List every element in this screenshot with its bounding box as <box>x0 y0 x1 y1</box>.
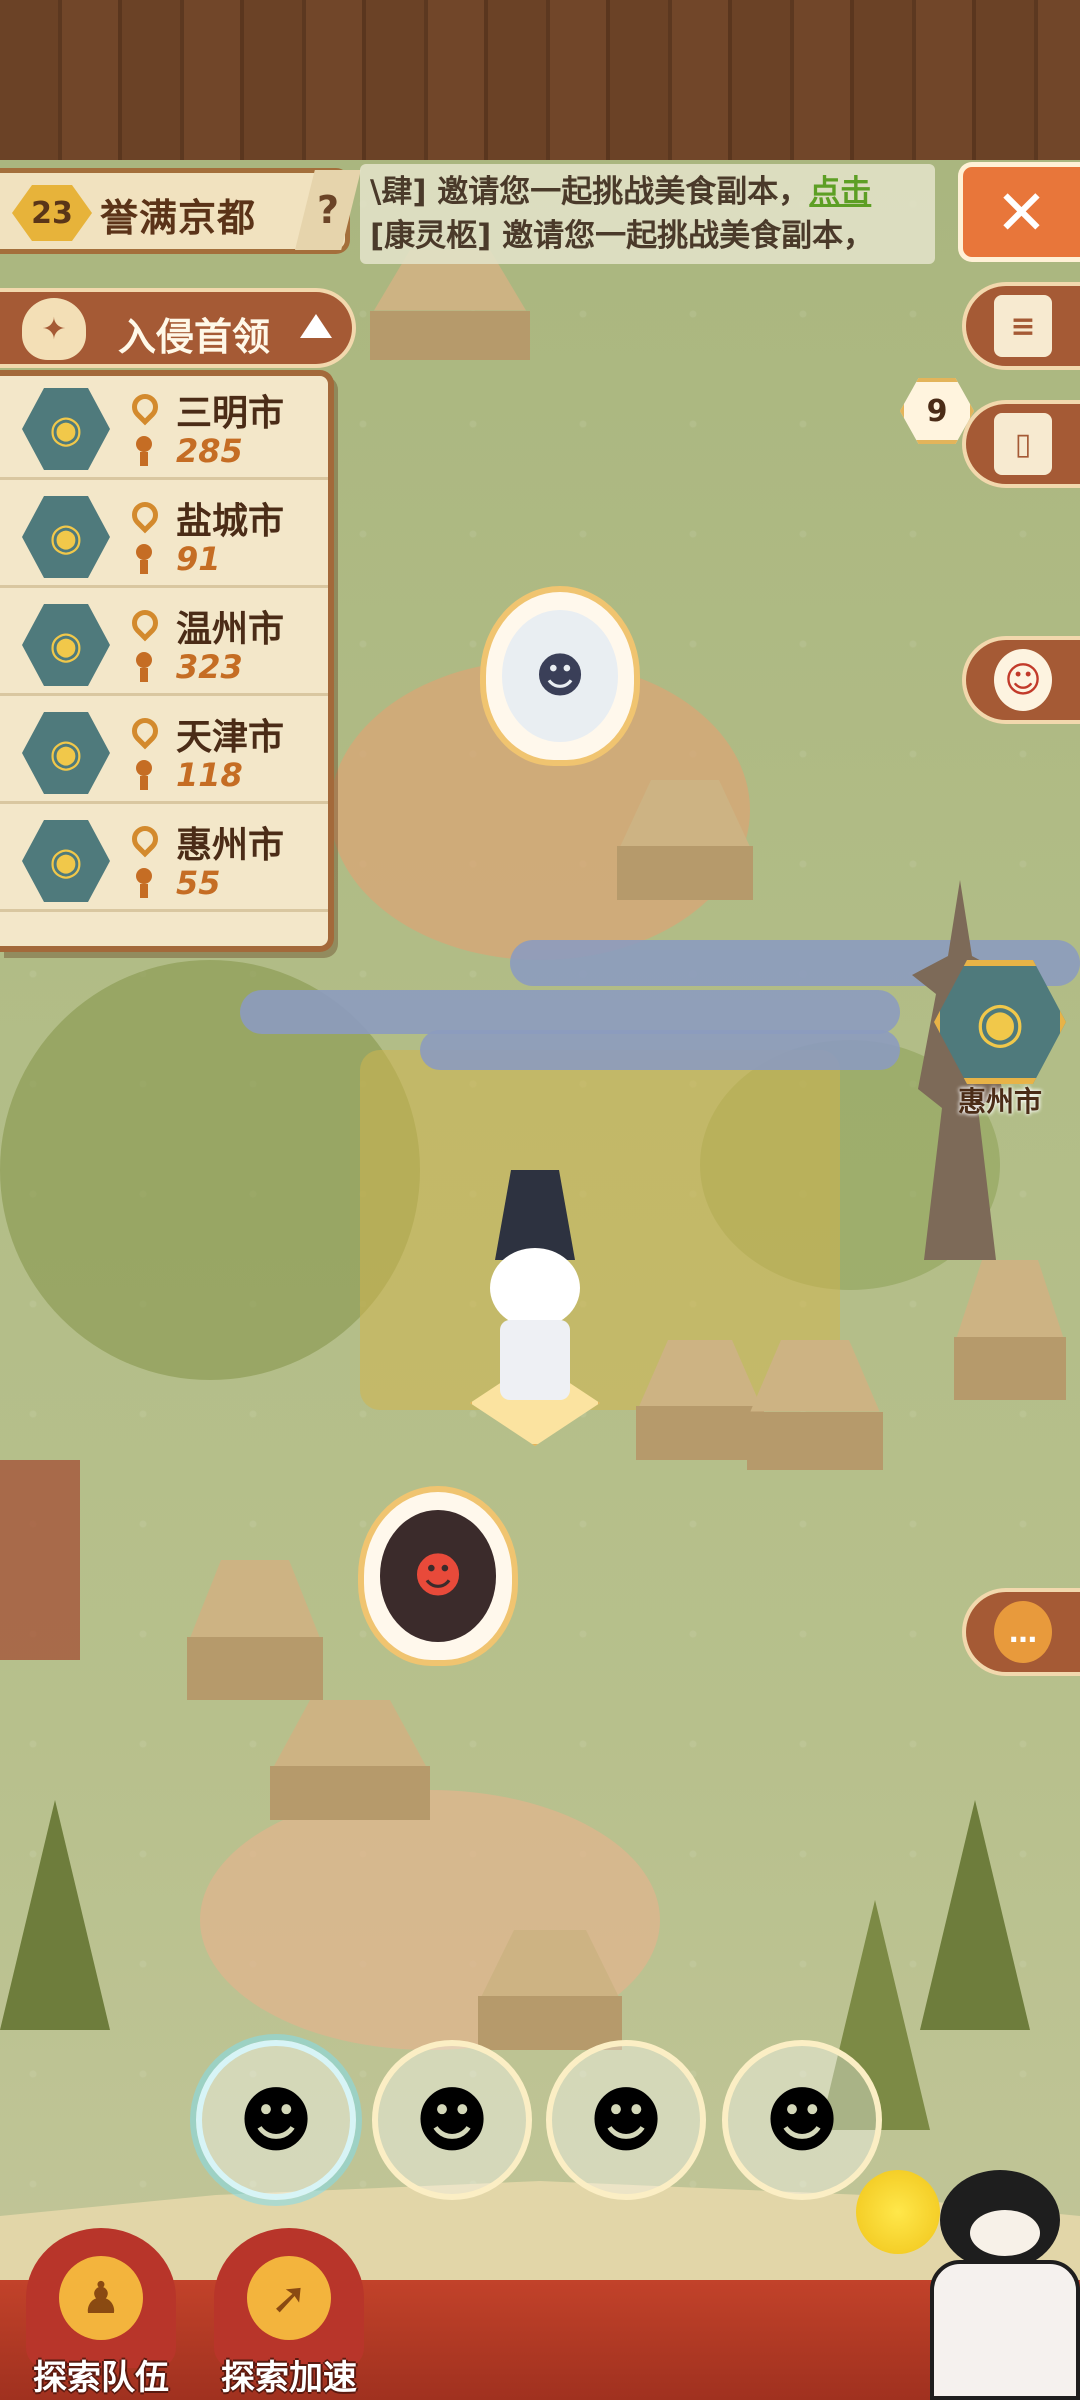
hut <box>350 250 550 360</box>
kumamon-mascot[interactable] <box>900 2170 1080 2400</box>
invasion-player-count: 323 <box>176 648 243 686</box>
invasion-row[interactable]: ◉ 惠州市 55 <box>0 808 328 912</box>
chat-button[interactable]: … <box>962 1588 1080 1676</box>
location-pin-icon <box>126 820 164 858</box>
player-count-icon <box>136 760 152 790</box>
invasion-city: 惠州市 <box>176 825 285 866</box>
river <box>420 1030 900 1070</box>
ticker-line-1-text: \肆] 邀请您一起挑战美食副本， <box>370 174 810 210</box>
npc-marker-demon[interactable]: ☻ <box>358 1486 518 1666</box>
chat-icon: … <box>994 1601 1052 1663</box>
shikigami-avatar: ☻ <box>588 2078 664 2162</box>
hut <box>600 780 770 900</box>
shikigami-avatar: ☻ <box>414 2078 490 2162</box>
speedup-icon: ➚ <box>247 2256 331 2340</box>
explore-team-button[interactable]: ♟ 探索队伍 <box>16 2228 186 2400</box>
invasion-list: ◉ 三明市 285 ◉ 盐城市 91 ◉ 温州市 323 ◉ 天津市 118 ◉… <box>0 370 334 952</box>
invasion-row[interactable]: ◉ 天津市 118 <box>0 700 328 804</box>
hut <box>460 1930 640 2050</box>
fox-demon-icon: ✦ <box>22 298 86 360</box>
invasion-city: 温州市 <box>176 609 285 650</box>
boss-city-label: 惠州市 <box>958 1085 1043 1118</box>
question-icon: ? <box>316 188 340 232</box>
invasion-header[interactable]: ✦ 入侵首领 <box>0 288 356 368</box>
mask-event-button[interactable]: ☺ <box>962 636 1080 724</box>
hut <box>170 1560 340 1700</box>
scroll-icon: ≡ <box>994 295 1052 357</box>
location-pin-icon <box>126 388 164 426</box>
level-badge: 23 <box>12 185 92 241</box>
ticker-line-2: [康灵柩] 邀请您一起挑战美食副本， <box>370 218 875 254</box>
quest-scroll-button[interactable]: ≡ <box>962 282 1080 370</box>
team-member-3[interactable]: ☻ <box>546 2040 706 2200</box>
onmyoji-portrait: ☻ <box>502 610 618 742</box>
invasion-city: 三明市 <box>176 393 285 434</box>
demon-portrait: ☻ <box>380 1510 496 1642</box>
ticker-join-link[interactable]: 点击 <box>809 174 871 210</box>
location-pin-icon <box>126 712 164 750</box>
invasion-player-count: 118 <box>176 756 243 794</box>
shikigami-avatar: ☻ <box>238 2078 314 2162</box>
ticker-line-1: \肆] 邀请您一起挑战美食副本，点击 <box>370 170 925 214</box>
boss-avatar: ◉ <box>22 712 110 794</box>
invasion-player-count: 55 <box>176 864 221 902</box>
card-icon: ▯ <box>994 413 1052 475</box>
location-pin-icon <box>126 496 164 534</box>
collapse-arrow-icon[interactable] <box>300 314 332 338</box>
boss-avatar: ◉ <box>22 496 110 578</box>
invasion-player-count: 91 <box>176 540 221 578</box>
hut <box>730 1340 900 1470</box>
team-icon: ♟ <box>59 2256 143 2340</box>
invasion-row[interactable]: ◉ 三明市 285 <box>0 376 328 480</box>
player-count-icon <box>136 868 152 898</box>
river <box>240 990 900 1034</box>
hut <box>940 1260 1080 1400</box>
card-button[interactable]: ▯ <box>962 400 1080 488</box>
hut <box>250 1700 450 1820</box>
invasion-row[interactable]: ◉ 盐城市 91 <box>0 484 328 588</box>
shrine <box>0 1460 80 1660</box>
invasion-row[interactable]: ◉ 温州市 323 <box>0 592 328 696</box>
pine-tree <box>920 1800 1030 2030</box>
area-name: 誉满京都 <box>100 196 257 240</box>
player-count-icon <box>136 436 152 466</box>
team-member-1[interactable]: ☻ <box>196 2040 356 2200</box>
explore-team-label: 探索队伍 <box>33 2358 169 2398</box>
boss-avatar: ◉ <box>22 820 110 902</box>
pine-tree <box>0 1800 110 2030</box>
close-icon: ✕ <box>995 175 1048 249</box>
explore-speedup-label: 探索加速 <box>221 2358 357 2398</box>
invasion-player-count: 285 <box>176 432 243 470</box>
invasion-title: 入侵首领 <box>118 315 271 359</box>
player-count-icon <box>136 652 152 682</box>
boss-face-icon: ◉ <box>975 989 1025 1055</box>
close-button[interactable]: ✕ <box>958 162 1080 262</box>
invasion-city: 盐城市 <box>176 501 285 542</box>
team-member-4[interactable]: ☻ <box>722 2040 882 2200</box>
npc-marker-onmyoji[interactable]: ☻ <box>480 586 640 766</box>
explore-speedup-button[interactable]: ➚ 探索加速 <box>204 2228 374 2400</box>
location-pin-icon <box>126 604 164 642</box>
player-count-icon <box>136 544 152 574</box>
player-character[interactable] <box>470 1170 600 1410</box>
team-member-2[interactable]: ☻ <box>372 2040 532 2200</box>
mask-icon: ☺ <box>994 649 1052 711</box>
invasion-city: 天津市 <box>176 717 285 758</box>
shikigami-avatar: ☻ <box>764 2078 840 2162</box>
boss-avatar: ◉ <box>22 604 110 686</box>
boss-avatar: ◉ <box>22 388 110 470</box>
invite-ticker[interactable]: \肆] 邀请您一起挑战美食副本，点击 [康灵柩] 邀请您一起挑战美食副本， <box>360 164 935 264</box>
